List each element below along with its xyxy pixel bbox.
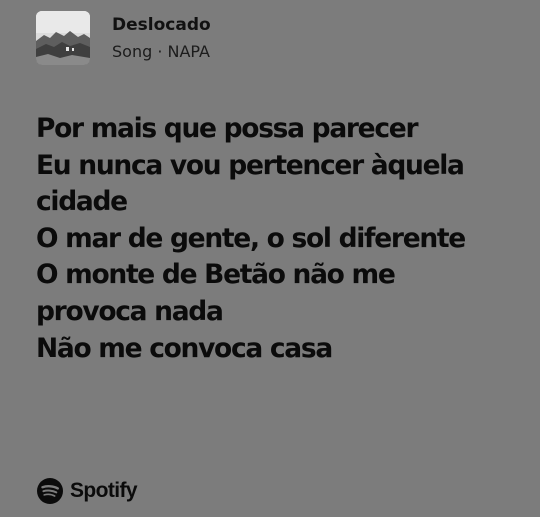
spotify-wordmark: Spotify xyxy=(70,479,138,502)
lyric-line: O mar de gente, o sol diferente xyxy=(36,222,466,254)
track-meta: Deslocado Song · NAPA xyxy=(112,11,211,65)
spotify-icon xyxy=(36,477,64,505)
lyric-line: provoca nada xyxy=(36,295,224,327)
track-title: Deslocado xyxy=(112,15,211,35)
album-artwork-icon xyxy=(36,11,90,65)
spotify-brand[interactable]: Spotify xyxy=(36,477,138,505)
track-subtitle: Song · NAPA xyxy=(112,42,210,61)
lyric-line: Não me convoca casa xyxy=(36,332,333,364)
album-artwork[interactable] xyxy=(36,11,90,65)
lyric-line: Por mais que possa parecer xyxy=(36,113,419,144)
lyric-line: Eu nunca vou pertencer àquela xyxy=(36,149,465,181)
lyric-line: cidade xyxy=(36,186,128,218)
lyrics-block: Por mais que possa parecer Eu nunca vou … xyxy=(36,111,516,367)
lyrics-share-card: Deslocado Song · NAPA Por mais que possa… xyxy=(0,0,540,517)
track-header[interactable]: Deslocado Song · NAPA xyxy=(36,10,211,66)
lyric-line: O monte de Betão não me xyxy=(36,259,396,291)
